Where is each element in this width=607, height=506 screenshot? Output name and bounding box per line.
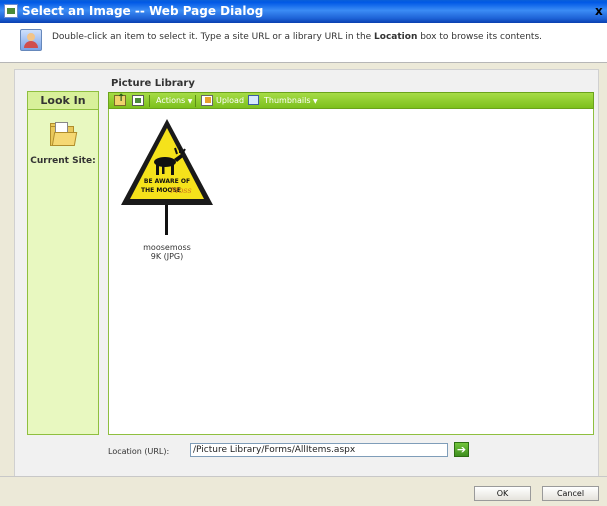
folder-up-icon[interactable]	[114, 93, 126, 106]
folder-icon[interactable]	[50, 122, 78, 146]
chevron-down-icon: ▼	[313, 98, 318, 105]
library-toolbar: Actions ▼ Upload Thumbnails ▼	[108, 92, 594, 109]
go-arrow-icon[interactable]: ➔	[454, 442, 469, 457]
thumbnails-menu[interactable]: Thumbnails ▼	[264, 95, 318, 108]
list-item[interactable]: BE AWARE OF THE MOOSE Moss moosemoss 9K (…	[119, 117, 215, 261]
upload-icon[interactable]	[201, 95, 213, 106]
toolbar-separator	[195, 95, 196, 107]
location-input[interactable]: /Picture Library/Forms/AllItems.aspx	[190, 443, 448, 457]
instructions-text-start: Double-click an item to select it. Type …	[52, 32, 375, 42]
chevron-down-icon: ▼	[187, 98, 193, 105]
page-icon	[4, 4, 18, 18]
close-icon[interactable]: x	[595, 3, 605, 19]
upload-button[interactable]: Upload	[216, 95, 244, 107]
picture-list: BE AWARE OF THE MOOSE Moss moosemoss 9K (…	[108, 109, 594, 435]
toolbar-separator	[149, 95, 150, 107]
item-caption: moosemoss 9K (JPG)	[119, 243, 215, 261]
picture-icon	[20, 29, 42, 51]
ok-button[interactable]: OK	[474, 486, 531, 501]
instructions-bar: Double-click an item to select it. Type …	[0, 23, 607, 63]
dialog-window: Select an Image -- Web Page Dialog x Dou…	[0, 0, 607, 506]
item-info: 9K (JPG)	[150, 252, 184, 261]
divider	[0, 476, 607, 477]
actions-menu[interactable]: Actions ▼	[156, 95, 192, 108]
sign-script-text: Moss	[169, 186, 191, 195]
actions-label: Actions	[156, 96, 186, 105]
current-site-link[interactable]: Current Site:	[28, 156, 98, 166]
instructions-location-word: Location	[374, 32, 418, 42]
look-in-pane: Look In Current Site:	[27, 91, 99, 435]
sign-text-line1: BE AWARE OF	[144, 178, 190, 185]
title-bar: Select an Image -- Web Page Dialog x	[0, 0, 607, 23]
thumbnails-label: Thumbnails	[264, 96, 311, 105]
item-name: moosemoss	[143, 243, 191, 252]
moose-sign-image[interactable]: BE AWARE OF THE MOOSE Moss	[119, 117, 215, 237]
document-icon[interactable]	[132, 95, 144, 106]
instructions-text: Double-click an item to select it. Type …	[52, 32, 542, 42]
cancel-button[interactable]: Cancel	[542, 486, 599, 501]
location-label: Location (URL):	[108, 447, 170, 456]
look-in-heading: Look In	[28, 92, 98, 110]
instructions-text-end: box to browse its contents.	[417, 32, 543, 42]
library-title: Picture Library	[111, 78, 195, 89]
thumbnails-icon[interactable]	[248, 95, 259, 105]
window-title: Select an Image -- Web Page Dialog	[22, 4, 264, 18]
